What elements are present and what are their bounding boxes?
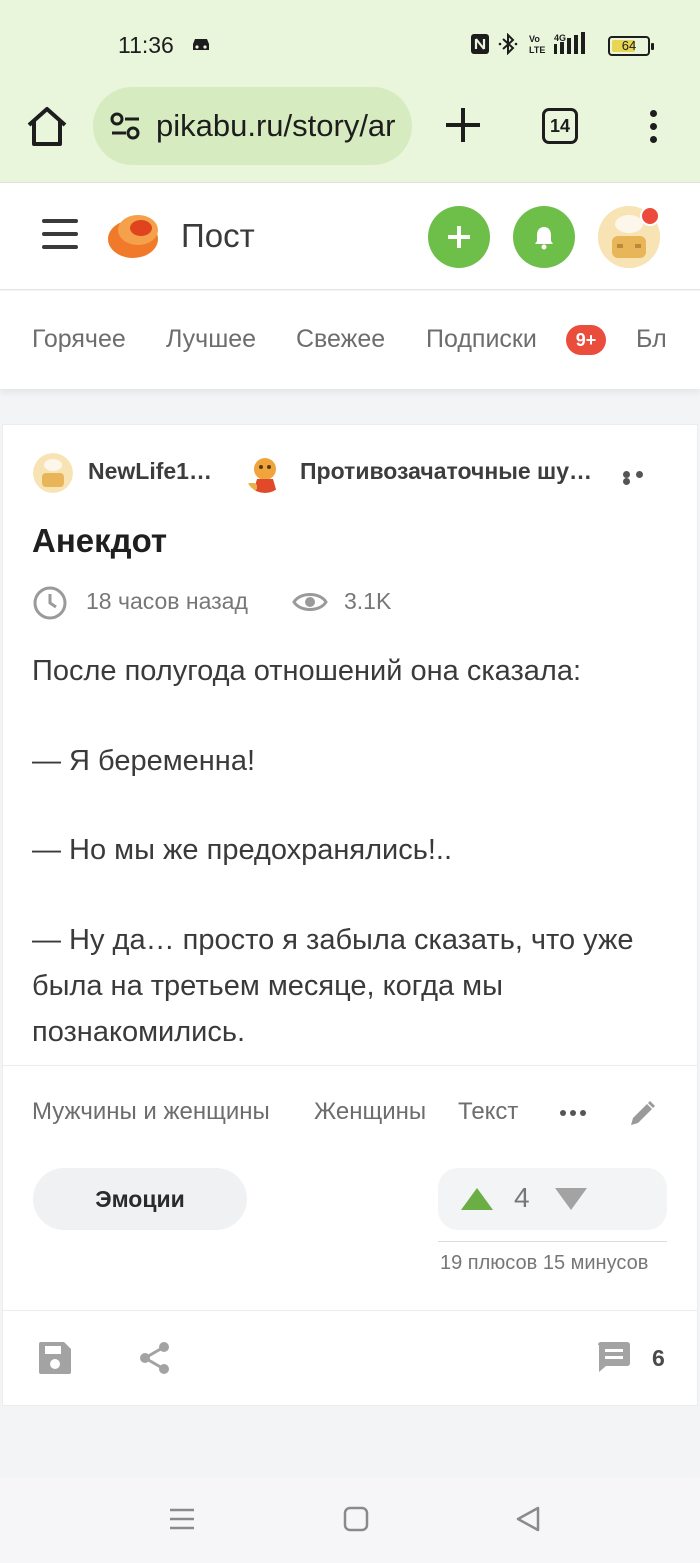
tab-subscriptions[interactable]: Подписки — [426, 325, 537, 354]
status-time: 11:36 — [118, 32, 174, 58]
emotions-button[interactable]: Эмоции — [33, 1168, 247, 1230]
subscriptions-badge: 9+ — [566, 325, 606, 355]
post-more-icon[interactable] — [623, 471, 657, 485]
new-tab-icon[interactable] — [442, 104, 484, 146]
post-paragraph: — Ну да… просто я забыла сказать, что уж… — [32, 924, 634, 1048]
upvote-icon[interactable] — [460, 1186, 494, 1212]
post-title[interactable]: Анекдот — [32, 522, 167, 560]
post-paragraph: — Я беременна! — [32, 745, 256, 777]
divider — [438, 1241, 667, 1242]
rating-stats: 19 плюсов 15 минусов — [440, 1252, 649, 1274]
url-text[interactable]: pikabu.ru/story/ar — [156, 108, 396, 144]
tags-more-icon[interactable] — [560, 1110, 590, 1118]
clock-icon — [33, 586, 67, 620]
hamburger-menu-icon[interactable] — [42, 219, 78, 251]
post-paragraph: — Но мы же предохранялись!.. — [32, 834, 453, 866]
volte-icon: VoLTE — [529, 34, 545, 55]
signal-icon: 4G — [554, 32, 585, 54]
site-header: Пост — [0, 182, 700, 290]
tag-item[interactable]: Текст — [458, 1098, 518, 1126]
svg-text:4G: 4G — [554, 33, 566, 43]
notifications-button[interactable] — [513, 206, 575, 268]
svg-text:LTE: LTE — [529, 45, 545, 55]
create-post-button[interactable] — [428, 206, 490, 268]
site-settings-icon[interactable] — [109, 111, 143, 141]
bell-icon — [535, 227, 553, 250]
notification-dot — [640, 206, 660, 226]
home-icon[interactable] — [24, 104, 70, 150]
edit-pencil-icon[interactable] — [626, 1098, 658, 1130]
recent-apps-icon[interactable] — [168, 1505, 196, 1533]
tab-blogs[interactable]: Бл — [636, 325, 667, 354]
author-name[interactable]: NewLife1… — [88, 458, 212, 485]
tag-item[interactable]: Мужчины и женщины — [32, 1098, 270, 1126]
browser-menu-icon[interactable] — [640, 106, 666, 146]
divider — [2, 1310, 698, 1311]
tabs-button[interactable]: 14 — [542, 108, 578, 144]
tab-best[interactable]: Лучшее — [166, 325, 256, 354]
page-title: Пост — [181, 217, 255, 254]
tag-item[interactable]: Женщины — [314, 1098, 426, 1126]
battery-indicator: 64 — [608, 36, 654, 56]
car-icon — [193, 39, 209, 50]
svg-text:Vo: Vo — [529, 34, 540, 44]
community-name[interactable]: Противозачаточные шу… — [300, 458, 592, 485]
author-avatar[interactable] — [33, 453, 73, 493]
back-icon[interactable] — [514, 1505, 542, 1533]
post-views: 3.1K — [344, 588, 392, 614]
system-nav-bar — [0, 1477, 700, 1563]
comment-count[interactable]: 6 — [652, 1345, 665, 1372]
vote-box: 4 — [438, 1168, 667, 1230]
pikabu-logo[interactable] — [106, 209, 162, 261]
browser-chrome: 11:36 Vo LTE 4G 64 pikabu.ru/story/ar 14 — [0, 0, 700, 182]
downvote-icon[interactable] — [554, 1186, 588, 1212]
nfc-icon — [471, 34, 489, 54]
rating-value: 4 — [514, 1182, 530, 1213]
community-avatar[interactable] — [245, 453, 285, 493]
share-icon[interactable] — [138, 1340, 172, 1376]
save-icon[interactable] — [37, 1340, 73, 1376]
plus-icon — [448, 226, 470, 248]
post-time: 18 часов назад — [86, 588, 248, 614]
comments-icon[interactable] — [596, 1340, 632, 1374]
home-nav-icon[interactable] — [342, 1505, 370, 1533]
bluetooth-icon — [498, 33, 518, 55]
status-bar: 11:36 Vo LTE 4G 64 — [0, 28, 700, 64]
system-icons: Vo LTE 4G — [470, 32, 592, 56]
divider — [2, 1065, 698, 1066]
tab-fresh[interactable]: Свежее — [296, 325, 385, 354]
post-paragraph: После полугода отношений она сказала: — [32, 655, 582, 687]
tab-hot[interactable]: Горячее — [32, 325, 126, 354]
views-icon — [292, 593, 328, 611]
user-avatar[interactable] — [598, 206, 660, 268]
battery-level: 64 — [621, 38, 637, 53]
address-bar[interactable]: pikabu.ru/story/ar — [93, 87, 412, 165]
